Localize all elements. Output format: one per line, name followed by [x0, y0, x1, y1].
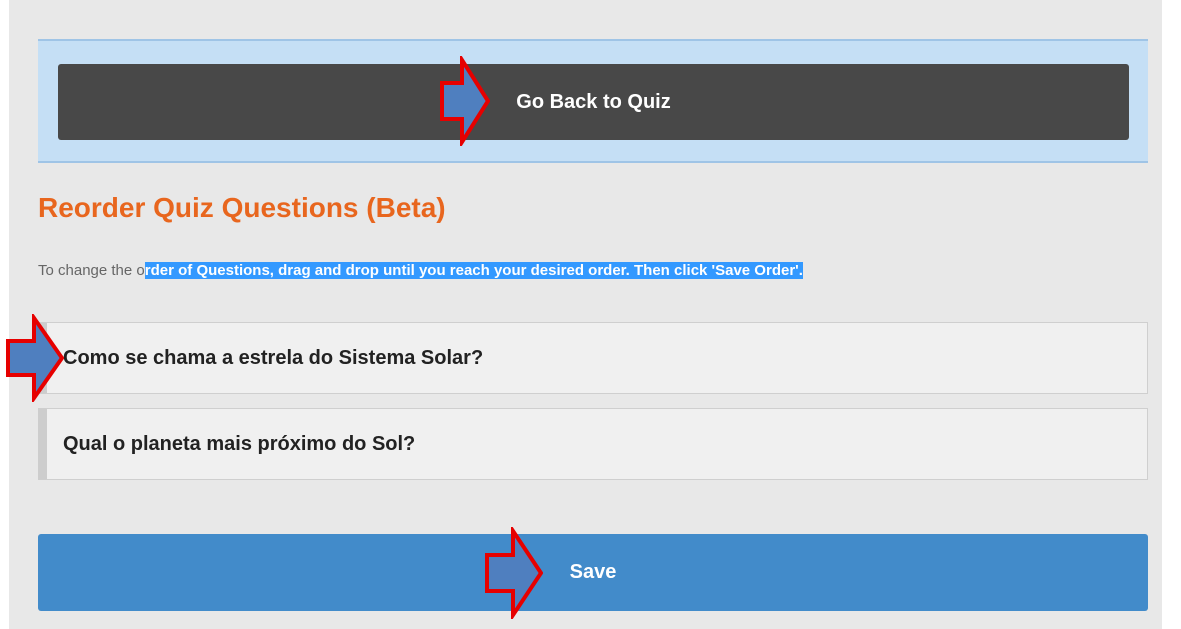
annotation-arrow-icon-question [6, 314, 64, 402]
go-back-to-quiz-label: Go Back to Quiz [516, 90, 671, 113]
annotation-arrow-icon-back [440, 56, 490, 146]
instructions-selected: rder of Questions, drag and drop until y… [144, 262, 803, 279]
question-item-1[interactable]: Como se chama a estrela do Sistema Solar… [38, 322, 1148, 394]
save-button[interactable]: Save [38, 534, 1148, 611]
question-label-1: Como se chama a estrela do Sistema Solar… [63, 346, 484, 369]
annotation-arrow-icon-save [485, 527, 543, 619]
question-label-2: Qual o planeta mais próximo do Sol? [63, 432, 416, 455]
go-back-to-quiz-button[interactable]: Go Back to Quiz [58, 64, 1129, 140]
instructions-text: To change the order of Questions, drag a… [38, 262, 803, 279]
save-label: Save [569, 561, 617, 583]
instructions-plain: To change the o [38, 262, 145, 279]
question-item-2[interactable]: Qual o planeta mais próximo do Sol? [38, 408, 1148, 480]
page-title: Reorder Quiz Questions (Beta) [38, 192, 446, 223]
